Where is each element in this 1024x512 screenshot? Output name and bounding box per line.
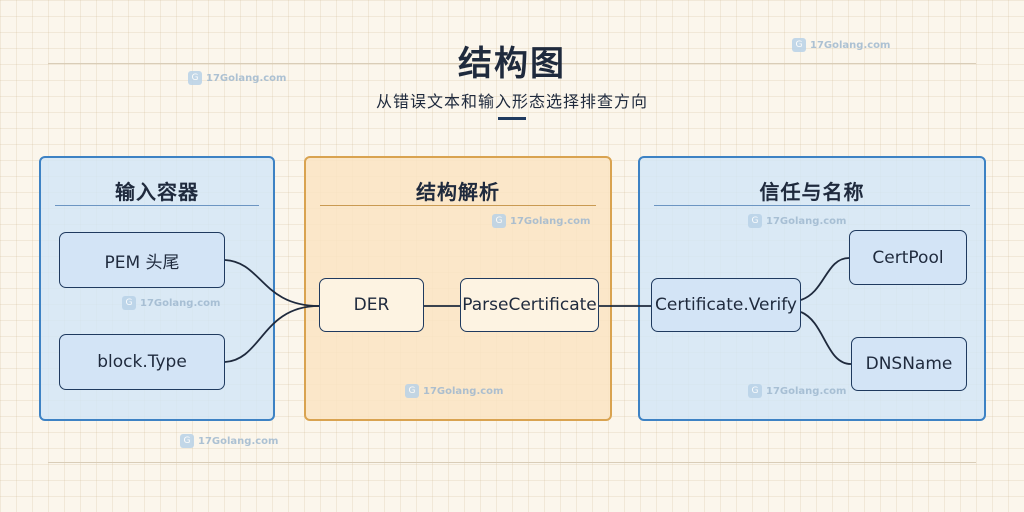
node-der: DER	[319, 278, 424, 332]
node-pem-header-footer: PEM 头尾	[59, 232, 225, 288]
edge-pem-to-der	[224, 259, 320, 307]
node-certpool: CertPool	[849, 230, 967, 285]
node-dnsname: DNSName	[851, 337, 967, 391]
edge-block-type-to-der	[224, 305, 320, 363]
edge-verify-to-certpool	[800, 257, 850, 301]
node-block-type: block.Type	[59, 334, 225, 390]
edge-verify-to-dnsname	[800, 311, 852, 365]
node-certificate-verify: Certificate.Verify	[651, 278, 801, 332]
node-parse-certificate: ParseCertificate	[460, 278, 599, 332]
